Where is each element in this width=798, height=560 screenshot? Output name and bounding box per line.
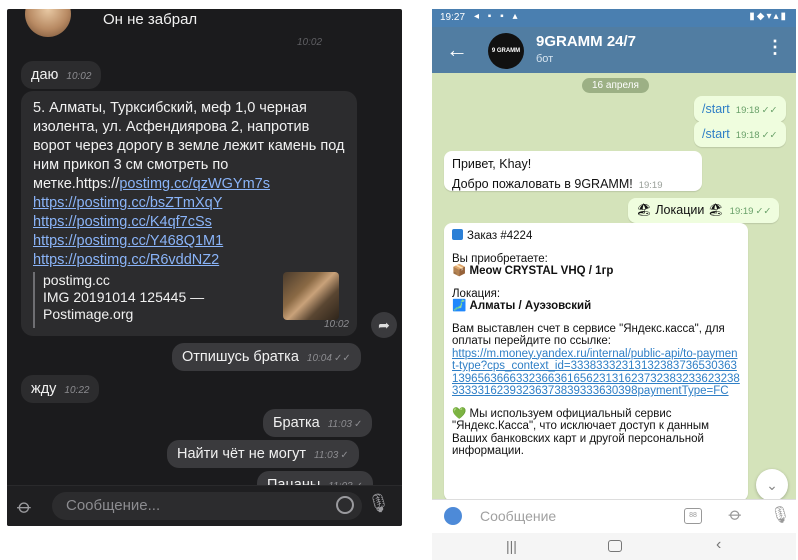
message-link[interactable]: https://postimg.cc/R6vddNZ2 — [33, 251, 345, 270]
read-check-icon: ✓✓ — [761, 130, 778, 141]
telegram-chat-panel: 19:27 ◂ ▪ ▪ ▴ ▮◆▾▴▮ ← 9 GRAMM 9GRAMM 24/… — [432, 9, 796, 560]
sticker-icon[interactable] — [336, 496, 354, 514]
product-name: 📦 Meow CRYSTAL VHQ / 1гр — [452, 265, 614, 277]
message-link[interactable]: https://postimg.cc/Y468Q1M1 — [33, 232, 345, 251]
message-time: 11:03 — [314, 450, 339, 461]
green-heart-icon: 💚 — [452, 407, 470, 420]
preview-title: IMG 20191014 125445 — Postimage.org — [43, 289, 205, 322]
message-link[interactable]: postimg.cc/qzWGYm7s — [119, 176, 270, 192]
box-icon: 📦 — [452, 265, 470, 277]
back-arrow-icon[interactable]: ← — [446, 37, 468, 63]
outgoing-message[interactable]: Найти чёт не могут 11:03 ✓ — [167, 440, 359, 468]
bot-command-icon[interactable]: 88 — [684, 508, 702, 524]
android-nav-bar: ||| ‹ — [432, 533, 796, 560]
message-input-bar: Сообщение 88 ⌀ 🎙 — [432, 499, 796, 534]
emoji-icon[interactable] — [444, 507, 462, 525]
message-text: даю — [31, 67, 59, 83]
message-text: 🏖 Локации 🏖 — [636, 203, 724, 217]
message-input-bar: ⌀ Сообщение... 🎙 — [7, 485, 402, 526]
home-icon[interactable] — [608, 540, 622, 552]
message-link[interactable]: https://postimg.cc/bsZTmXqY — [33, 194, 345, 213]
order-title: Заказ #4224 — [452, 229, 740, 243]
message-time: 19:19 — [729, 206, 754, 217]
message-time: 19:19 — [638, 180, 663, 191]
input-placeholder: Сообщение... — [66, 497, 161, 514]
chevron-down-icon: ⌄ — [766, 477, 778, 493]
status-bar: 19:27 ◂ ▪ ▪ ▴ ▮◆▾▴▮ — [432, 9, 796, 27]
chat-subtitle: бот — [536, 53, 554, 65]
forward-button[interactable]: ➦ — [371, 312, 397, 338]
link-preview[interactable]: postimg.cc IMG 20191014 125445 — Postima… — [33, 272, 345, 328]
top-message-time: 10:02 — [297, 37, 323, 48]
more-menu-icon[interactable]: ⋮ — [766, 37, 784, 58]
payment-link[interactable]: https://m.money.yandex.ru/internal/publi… — [452, 348, 740, 398]
date-badge: 16 апреля — [582, 78, 649, 93]
buy-label: Вы приобретаете: — [452, 252, 548, 265]
back-icon[interactable]: ‹ — [716, 536, 721, 554]
message-text: Найти чёт не могут — [177, 446, 307, 462]
message-time: 10:02 — [66, 71, 92, 82]
message-input[interactable]: Сообщение... — [52, 492, 362, 520]
microphone-icon[interactable]: 🎙 — [367, 493, 390, 514]
outgoing-message[interactable]: Отпишусь братка 10:04 ✓✓ — [172, 343, 361, 371]
security-note: 💚 Мы используем официальный сервис "Янде… — [452, 407, 710, 458]
scroll-down-button[interactable]: ⌄ — [756, 469, 788, 501]
message-time: 10:22 — [64, 385, 90, 396]
outgoing-message[interactable]: 🏖 Локации 🏖 19:19 ✓✓ — [628, 198, 780, 223]
read-check-icon: ✓✓ — [755, 206, 772, 217]
attach-icon[interactable]: ⌀ — [724, 503, 747, 526]
status-time: 19:27 — [440, 12, 466, 23]
chat-header: ← 9 GRAMM 9GRAMM 24/7 бот ⋮ — [432, 27, 796, 73]
share-icon: ➦ — [378, 317, 390, 333]
message-time: 19:18 — [735, 105, 760, 116]
bot-avatar[interactable]: 9 GRAMM — [488, 33, 524, 69]
message-text: Братка — [273, 415, 320, 431]
signal-battery-icon: ▮◆▾▴▮ — [749, 11, 788, 22]
top-message: Он не забрал — [103, 11, 198, 28]
invoice-text: Вам выставлен счет в сервисе "Яндекс.кас… — [452, 322, 725, 348]
message-text: Отпишусь братка — [182, 349, 299, 365]
location-label: Локация: — [452, 287, 501, 300]
command-link[interactable]: /start — [702, 127, 730, 141]
attach-icon[interactable]: ⌀ — [12, 493, 38, 519]
recent-apps-icon[interactable]: ||| — [506, 538, 517, 554]
message-time: 11:03 — [327, 419, 352, 430]
message-time: 10:02 — [323, 319, 349, 330]
message-bubble-address[interactable]: 5. Алматы, Турксибский, меф 1,0 черная и… — [21, 91, 357, 336]
read-check-icon: ✓✓ — [333, 353, 351, 364]
chat-title[interactable]: 9GRAMM 24/7 — [536, 33, 636, 50]
message-input[interactable]: Сообщение — [480, 508, 556, 524]
read-check-icon: ✓ — [354, 419, 363, 430]
outgoing-message[interactable]: /start 19:18 ✓✓ — [694, 96, 786, 122]
incoming-message[interactable]: Привет, Khay! Добро пожаловать в 9GRAMM!… — [444, 151, 702, 191]
dark-chat-panel: Он не забрал 10:02 даю 10:02 5. Алматы, Т… — [7, 9, 402, 526]
status-icons: ◂ ▪ ▪ ▴ — [474, 11, 521, 22]
message-time: 19:18 — [735, 130, 760, 141]
outgoing-message[interactable]: /start 19:18 ✓✓ — [694, 121, 786, 147]
message-link[interactable]: https://postimg.cc/K4qf7cSs — [33, 213, 345, 232]
microphone-icon[interactable]: 🎙 — [770, 505, 790, 525]
message-bubble[interactable]: жду 10:22 — [21, 375, 100, 403]
order-icon — [452, 229, 463, 240]
map-icon: 🗾 — [452, 300, 470, 312]
message-text: жду — [31, 381, 57, 397]
message-time: 10:04 — [306, 353, 332, 364]
location-name: 🗾 Алматы / Ауэзовский — [452, 300, 592, 312]
message-line: Привет, Khay! — [452, 157, 532, 171]
preview-thumbnail — [283, 272, 339, 320]
command-link[interactable]: /start — [702, 102, 730, 116]
message-bubble[interactable]: даю 10:02 — [21, 61, 102, 89]
message-line: Добро пожаловать в 9GRAMM! 19:19 — [452, 177, 663, 191]
order-message[interactable]: Заказ #4224 Вы приобретаете: 📦 Meow CRYS… — [444, 223, 748, 501]
read-check-icon: ✓✓ — [761, 105, 778, 116]
contact-avatar[interactable] — [25, 9, 71, 37]
outgoing-message[interactable]: Братка 11:03 ✓ — [263, 409, 373, 437]
read-check-icon: ✓ — [340, 450, 349, 461]
